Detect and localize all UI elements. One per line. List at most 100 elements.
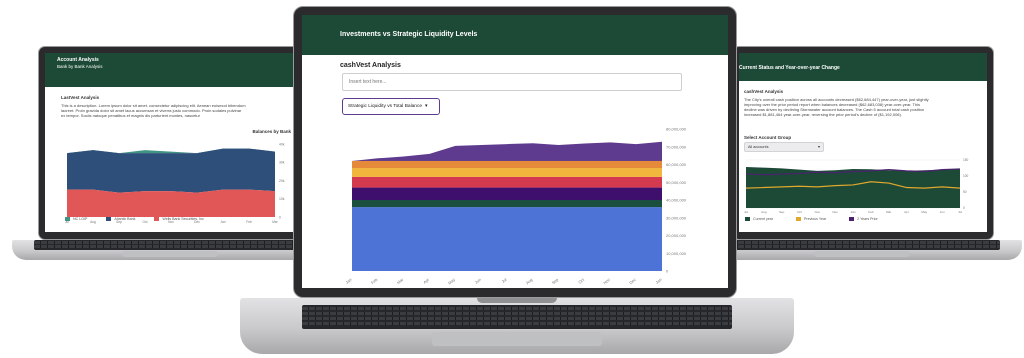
- y-tick-label: 70,000,000: [666, 144, 687, 149]
- series-wells-bank: [67, 189, 275, 217]
- x-tick-label: Jul: [744, 210, 748, 214]
- account-group-label: Select Account Group: [744, 135, 792, 140]
- y-tick-label: 40k: [279, 142, 285, 146]
- x-tick-label: Jul: [501, 277, 508, 284]
- x-tick-label: May: [921, 210, 927, 214]
- x-tick-label: Feb: [246, 220, 252, 224]
- x-tick-label: Feb: [868, 210, 874, 214]
- left-laptop-base: [12, 240, 330, 260]
- legend-item-previous-year: Previous Year: [795, 217, 826, 222]
- y-tick-label: 10,000,000: [666, 251, 687, 256]
- x-tick-label: Oct: [797, 210, 802, 214]
- x-tick-label: Jul: [958, 210, 962, 214]
- series-atlantic-bank: [67, 148, 275, 193]
- legend-item-atlantic-bank: Atlantic Bank: [106, 217, 135, 222]
- center-app-window: Investments vs Strategic Liquidity Level…: [302, 15, 728, 288]
- x-tick-label: May: [447, 277, 456, 286]
- x-tick-label: Sep: [551, 276, 560, 285]
- right-app-header: Current Status and Year-over-year Change: [739, 53, 987, 81]
- x-tick-label: Apr: [904, 210, 909, 214]
- right-laptop-base: [702, 240, 1022, 260]
- y-tick-label: 60,000,000: [666, 162, 687, 167]
- x-tick-label: Mar: [396, 277, 405, 286]
- y-tick-label: 150: [963, 158, 969, 162]
- y-tick-label: 0: [666, 269, 669, 274]
- account-group-value: All accounts: [748, 145, 769, 149]
- legend-item-nc-lgip: NC LGIP: [65, 217, 87, 222]
- left-stacked-area-chart: 010k20k30k40kJul Aug Sep Oct Nov Dec Jan Feb Mar: [65, 142, 285, 224]
- x-tick-label: Apr: [422, 277, 430, 285]
- band-indigo: [352, 187, 662, 200]
- right-app-window: Current Status and Year-over-year Change…: [739, 53, 987, 232]
- y-tick-label: 30k: [279, 161, 285, 165]
- x-tick-label: Mar: [272, 220, 278, 224]
- legend-item-wells-bank: Wells Bank Securities, Inc: [154, 217, 204, 222]
- x-tick-label: Sep: [779, 210, 785, 214]
- right-keyboard: [724, 240, 1000, 250]
- laptop-showcase: Account Analysis Bank by Bank Analysis L…: [0, 0, 1024, 358]
- center-trackpad: [432, 332, 602, 346]
- right-description: The City's overall cash position across …: [744, 97, 929, 117]
- x-tick-label: Jun: [940, 210, 945, 214]
- center-stacked-area-chart: 0 10,000,000 20,000,000 30,000,000 40,000,00…: [344, 127, 687, 286]
- y-tick-label: 10k: [279, 197, 285, 201]
- left-app-title: Account Analysis: [57, 57, 99, 63]
- chart-type-dropdown[interactable]: Strategic Liquidity vs Total Balance ▾: [342, 98, 440, 115]
- y-tick-label: 20,000,000: [666, 233, 687, 238]
- center-keyboard: [302, 305, 732, 329]
- right-line-chart: 0 50 100 150 Jul Aug Sep Oct Nov Dec Jan Feb Mar Apr M…: [744, 158, 969, 214]
- left-app-subtitle: Bank by Bank Analysis: [57, 64, 103, 69]
- band-green: [352, 200, 662, 208]
- right-legend: Current year Previous Year 2 Years Prior: [745, 217, 900, 222]
- left-app-window: Account Analysis Bank by Bank Analysis L…: [45, 53, 293, 232]
- left-trackpad: [122, 251, 218, 257]
- center-laptop-base: [240, 298, 794, 354]
- x-tick-label: Jan: [851, 210, 856, 214]
- y-tick-label: 0: [279, 215, 281, 219]
- y-tick-label: 50: [963, 190, 967, 194]
- x-tick-label: Jun: [474, 277, 482, 285]
- band-red: [352, 176, 662, 188]
- chevron-down-icon: ▾: [425, 103, 428, 109]
- right-trackpad: [814, 251, 910, 257]
- account-group-select[interactable]: All accounts ▾: [744, 142, 824, 152]
- y-tick-label: 40,000,000: [666, 198, 687, 203]
- x-tick-label: Dec: [628, 277, 637, 285]
- right-section-heading: cashVest Analysis: [744, 89, 784, 94]
- x-tick-label: Nov: [602, 277, 611, 285]
- chart-type-dropdown-value: Strategic Liquidity vs Total Balance: [348, 104, 423, 109]
- right-laptop-screen: Current Status and Year-over-year Change…: [732, 46, 994, 240]
- chevron-down-icon: ▾: [817, 144, 820, 149]
- center-hinge-notch: [477, 298, 557, 303]
- y-tick-label: 30,000,000: [666, 215, 687, 220]
- left-section-heading: LastVest Analysis: [61, 95, 100, 100]
- y-tick-label: 0: [963, 206, 965, 210]
- y-tick-label: 50,000,000: [666, 180, 687, 185]
- left-app-header: Account Analysis Bank by Bank Analysis: [45, 53, 293, 87]
- band-yellow: [352, 168, 662, 177]
- y-tick-label: 100: [963, 174, 969, 178]
- x-tick-label: Nov: [815, 210, 821, 214]
- left-keyboard: [34, 240, 308, 250]
- band-orange: [352, 160, 662, 169]
- x-tick-label: Feb: [370, 276, 379, 285]
- search-input[interactable]: [342, 73, 682, 91]
- x-tick-label: Jan: [654, 277, 662, 285]
- x-tick-label: Oct: [577, 276, 586, 284]
- left-description: This is a description. Lorem ipsum dolor…: [61, 103, 246, 118]
- center-app-header: Investments vs Strategic Liquidity Level…: [302, 15, 728, 55]
- legend-item-current-year: Current year: [745, 217, 773, 222]
- x-tick-label: Jan: [344, 277, 352, 285]
- series-total-balance: [352, 141, 662, 161]
- band-blue: [352, 207, 662, 271]
- x-tick-label: Aug: [761, 210, 767, 214]
- x-tick-label: Dec: [832, 210, 838, 214]
- legend-item-2-years-prior: 2 Years Prior: [849, 217, 878, 222]
- center-section-heading: cashVest Analysis: [340, 62, 401, 69]
- left-legend: NC LGIP Atlantic Bank Wells Bank Securit…: [65, 217, 222, 222]
- y-tick-label: 20k: [279, 179, 285, 183]
- y-tick-label: 80,000,000: [666, 127, 687, 132]
- x-tick-label: Mar: [886, 210, 891, 214]
- x-tick-label: Aug: [525, 277, 534, 285]
- left-laptop-screen: Account Analysis Bank by Bank Analysis L…: [38, 46, 300, 240]
